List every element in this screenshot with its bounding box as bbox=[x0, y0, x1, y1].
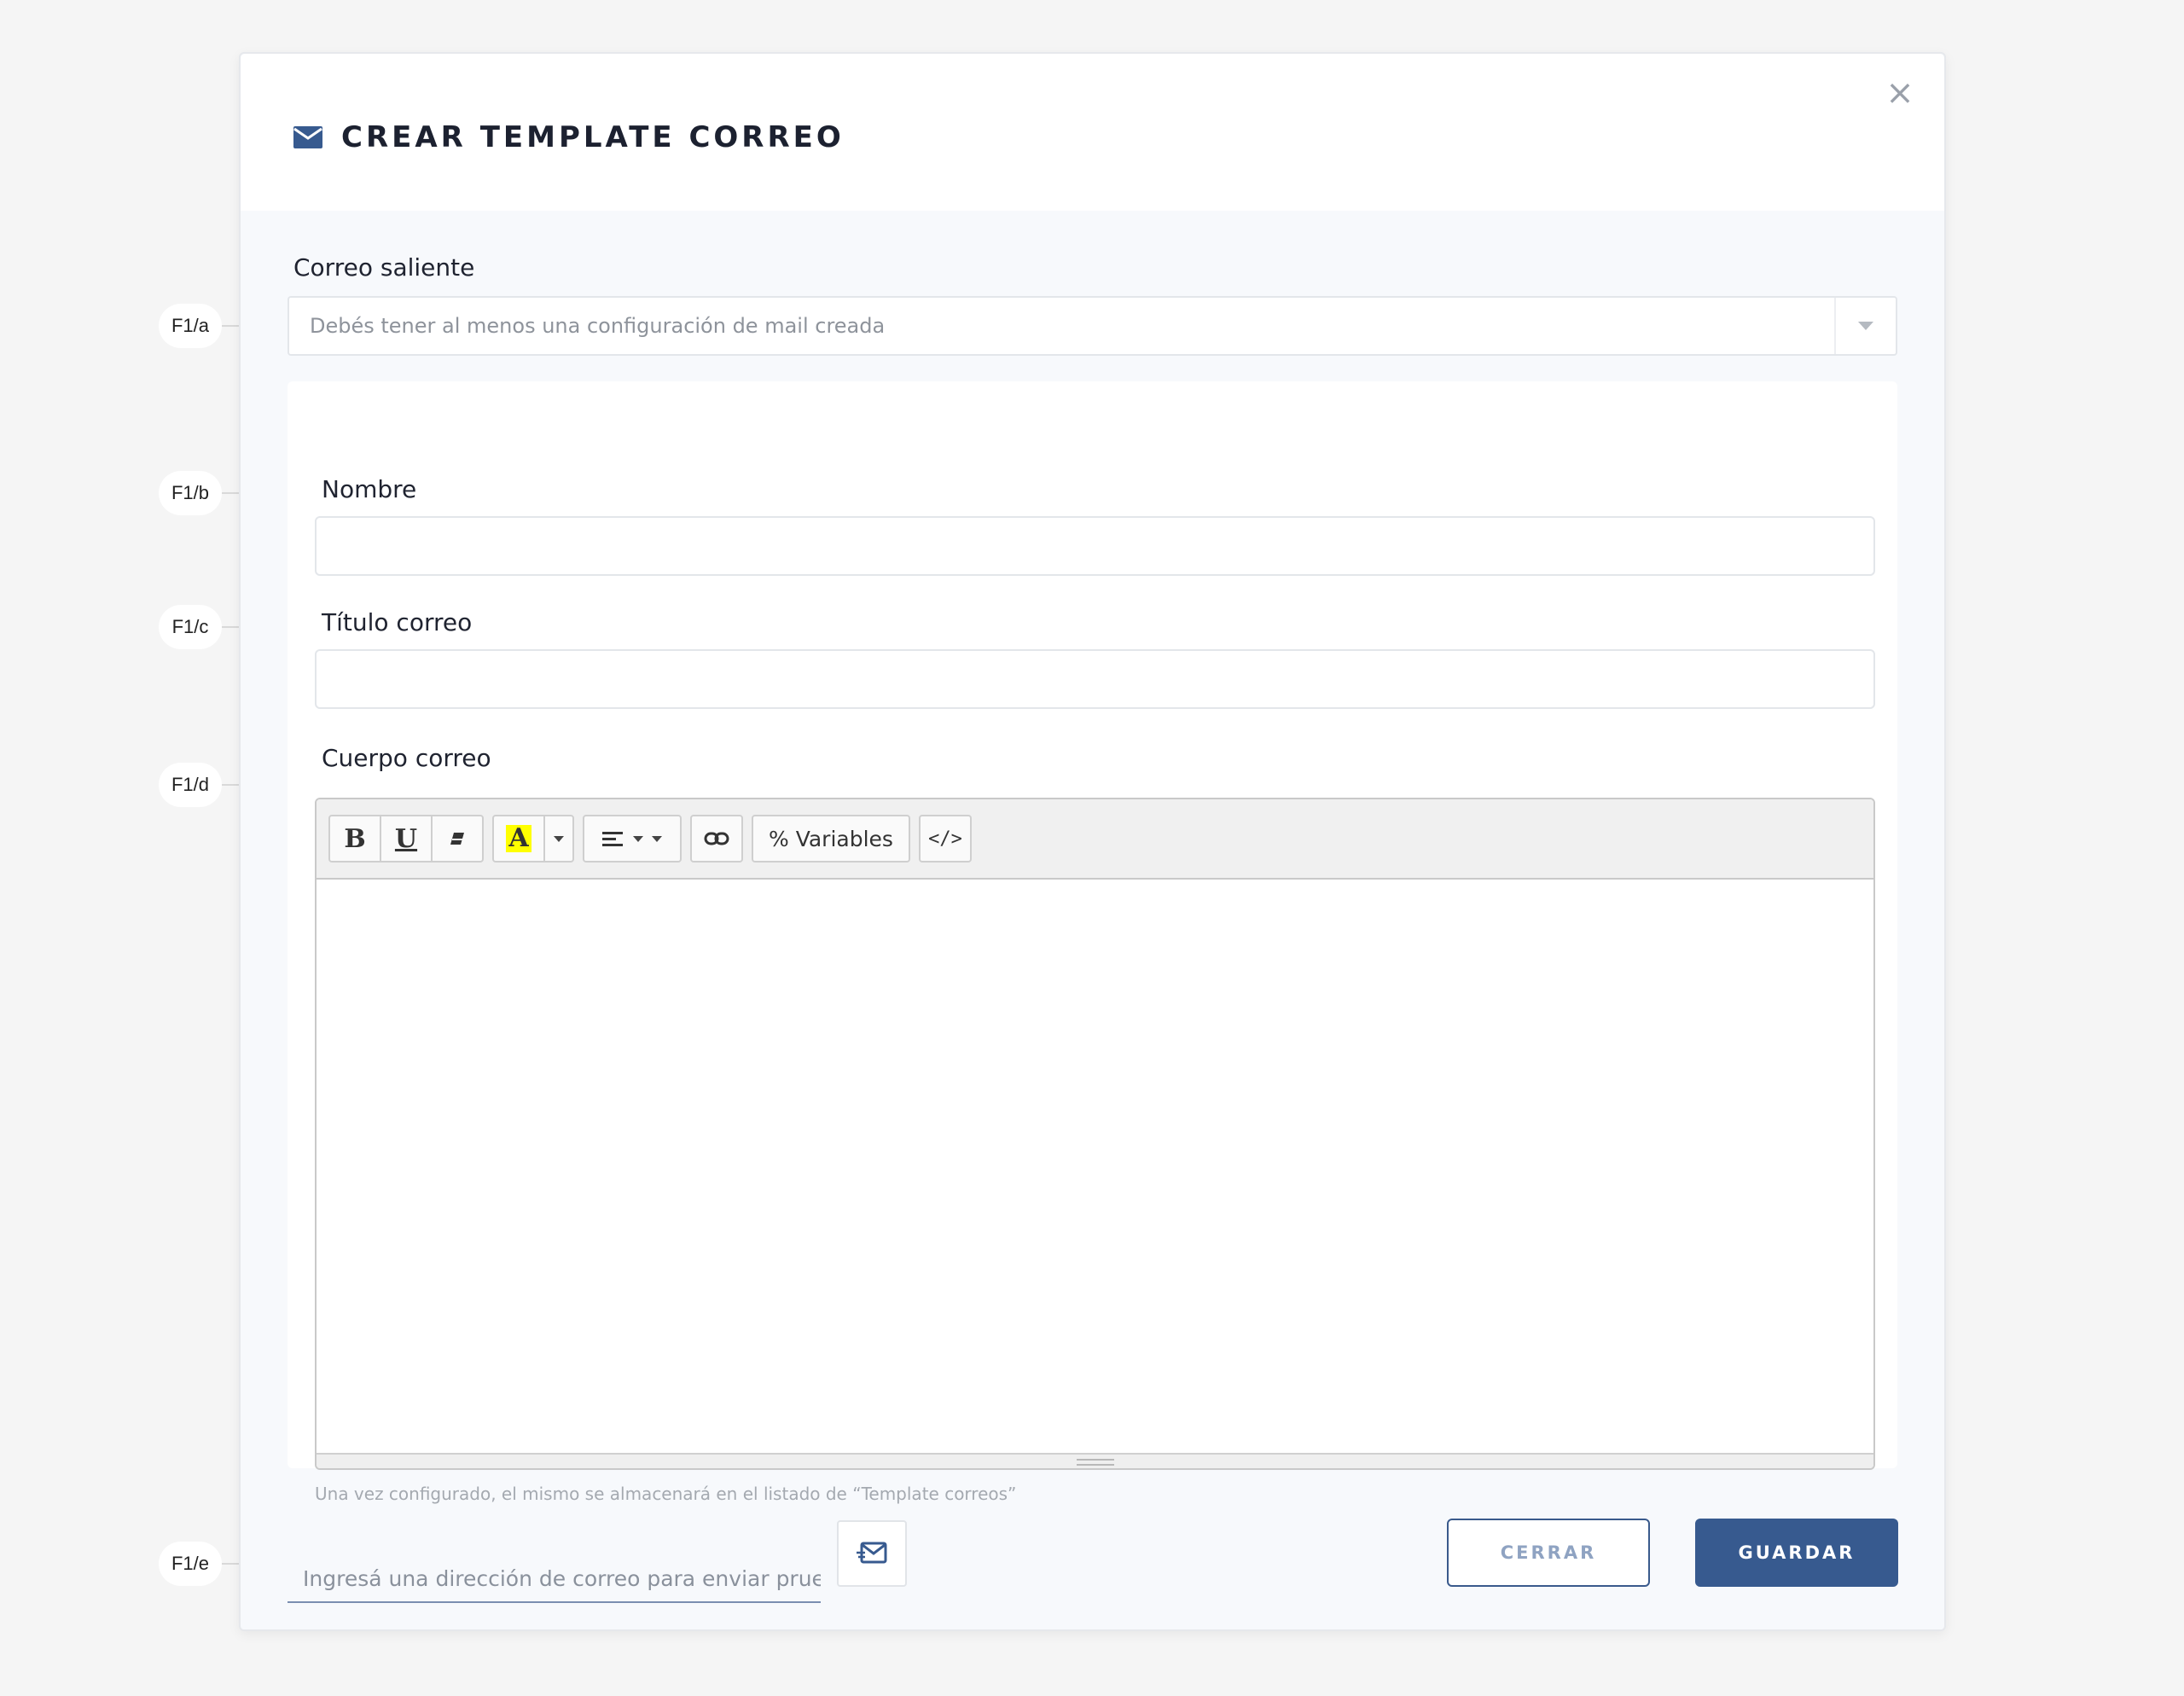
eraser-button[interactable] bbox=[431, 815, 484, 863]
modal-title-row: CREAR TEMPLATE CORREO bbox=[293, 120, 845, 154]
name-input[interactable] bbox=[315, 516, 1875, 576]
align-dropdown-button[interactable] bbox=[583, 815, 682, 863]
underline-button[interactable]: U bbox=[380, 815, 433, 863]
rich-text-editor: B U A % Variables </> bbox=[315, 798, 1875, 1470]
code-view-button[interactable]: </> bbox=[918, 815, 972, 863]
outgoing-mail-label: Correo saliente bbox=[293, 253, 475, 282]
callout-label: F1/a bbox=[159, 304, 222, 348]
color-group: A bbox=[492, 815, 574, 863]
callout-label: F1/e bbox=[159, 1542, 222, 1586]
link-icon bbox=[704, 832, 729, 845]
create-template-modal: × CREAR TEMPLATE CORREO Correo saliente … bbox=[239, 52, 1946, 1631]
link-button[interactable] bbox=[690, 815, 743, 863]
caret-down-icon bbox=[554, 835, 564, 842]
outgoing-mail-placeholder: Debés tener al menos una configuración d… bbox=[310, 314, 886, 338]
modal-title: CREAR TEMPLATE CORREO bbox=[341, 120, 845, 154]
envelope-icon bbox=[293, 126, 322, 148]
text-color-icon: A bbox=[506, 825, 531, 852]
eraser-icon bbox=[450, 833, 464, 845]
body-label: Cuerpo correo bbox=[322, 744, 491, 772]
chevron-down-icon[interactable] bbox=[1834, 298, 1896, 354]
variables-group: % Variables bbox=[752, 815, 910, 863]
close-button[interactable]: CERRAR bbox=[1447, 1519, 1650, 1587]
code-group: </> bbox=[918, 815, 972, 863]
modal-header: × CREAR TEMPLATE CORREO bbox=[241, 54, 1944, 211]
subject-label: Título correo bbox=[322, 608, 473, 636]
format-group: B U bbox=[328, 815, 484, 863]
editor-toolbar: B U A % Variables </> bbox=[317, 799, 1873, 880]
editor-content-area[interactable] bbox=[317, 880, 1873, 1453]
subject-input[interactable] bbox=[315, 649, 1875, 709]
name-label: Nombre bbox=[322, 475, 417, 503]
save-button[interactable]: GUARDAR bbox=[1695, 1519, 1898, 1587]
caret-down-icon bbox=[652, 835, 662, 842]
close-icon[interactable]: × bbox=[1881, 74, 1919, 112]
outgoing-mail-select[interactable]: Debés tener al menos una configuración d… bbox=[288, 296, 1897, 356]
link-group bbox=[690, 815, 743, 863]
send-mail-icon bbox=[857, 1542, 887, 1564]
align-left-icon bbox=[602, 832, 623, 846]
template-form-card: Nombre Título correo Cuerpo correo B U A… bbox=[288, 381, 1897, 1504]
bold-button[interactable]: B bbox=[328, 815, 381, 863]
variables-button[interactable]: % Variables bbox=[752, 815, 910, 863]
callout-label: F1/d bbox=[159, 763, 222, 807]
send-test-button[interactable] bbox=[837, 1520, 907, 1587]
template-hint: Una vez configurado, el mismo se almacen… bbox=[315, 1484, 1017, 1504]
editor-resize-handle[interactable] bbox=[317, 1453, 1873, 1468]
callout-label: F1/b bbox=[159, 471, 222, 515]
align-group bbox=[583, 815, 682, 863]
text-color-button[interactable]: A bbox=[492, 815, 545, 863]
caret-down-icon bbox=[633, 835, 643, 842]
test-email-field[interactable] bbox=[288, 1555, 821, 1603]
callout-label: F1/c bbox=[159, 605, 222, 649]
test-email-input[interactable] bbox=[288, 1555, 821, 1601]
color-dropdown-button[interactable] bbox=[543, 815, 574, 863]
